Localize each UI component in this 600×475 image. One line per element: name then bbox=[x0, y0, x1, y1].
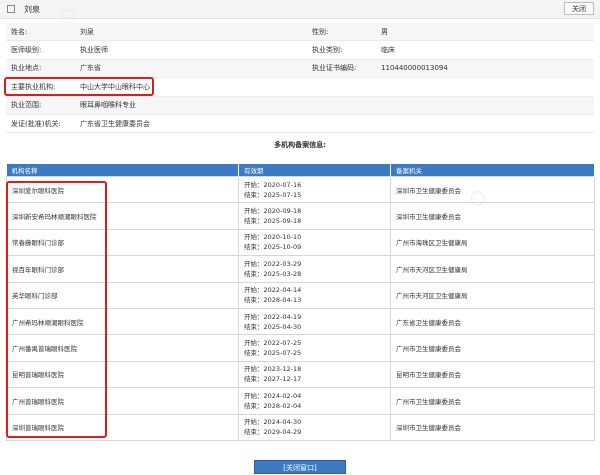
start-date: 开始：2023-12-18 bbox=[244, 365, 302, 374]
info-key: 执业证书编码: bbox=[307, 59, 376, 79]
column-header: 备案机关 bbox=[390, 164, 595, 177]
close-button-top[interactable]: 关闭 bbox=[564, 2, 594, 15]
info-value bbox=[376, 96, 594, 115]
close-window-button[interactable]: [关闭窗口] bbox=[254, 460, 346, 474]
info-key: 性别: bbox=[307, 23, 376, 42]
info-key: 执业范围: bbox=[6, 96, 75, 115]
filing-authority: 深圳市卫生健康委员会 bbox=[390, 202, 595, 230]
validity-period: 开始：2022-04-14 结束：2028-04-13 bbox=[238, 281, 391, 309]
info-key bbox=[307, 96, 376, 115]
end-date: 结束：2025-10-09 bbox=[244, 243, 302, 252]
end-date: 结束：2025-07-25 bbox=[244, 349, 302, 358]
highlight-main-institution bbox=[4, 77, 154, 96]
info-key: 医师级别: bbox=[6, 40, 75, 60]
validity-period: 开始：2022-03-29 结束：2025-03-28 bbox=[238, 255, 391, 283]
validity-period: 开始：2024-04-30 结束：2029-04-29 bbox=[238, 413, 391, 441]
start-date: 开始：2022-03-29 bbox=[244, 259, 302, 268]
info-value: 110440000013094 bbox=[376, 59, 594, 79]
end-date: 结束：2028-02-04 bbox=[244, 401, 302, 410]
info-key: 发证(批准)机关: bbox=[6, 114, 75, 134]
window-icon bbox=[7, 5, 15, 13]
validity-period: 开始：2020-07-16 结束：2025-07-15 bbox=[238, 175, 391, 204]
column-header: 有效期 bbox=[238, 164, 391, 177]
end-date: 结束：2025-04-30 bbox=[244, 322, 302, 331]
info-value: 广东省 bbox=[75, 59, 307, 79]
info-key: 姓名: bbox=[6, 23, 75, 42]
end-date: 结束：2028-04-13 bbox=[244, 296, 302, 305]
validity-period: 开始：2024-02-04 结束：2028-02-04 bbox=[238, 387, 391, 415]
info-value: 眼耳鼻咽喉科专业 bbox=[75, 96, 307, 115]
end-date: 结束：2025-09-18 bbox=[244, 217, 302, 226]
start-date: 开始：2020-09-18 bbox=[244, 207, 302, 216]
multi-institution-title: 多机构备案信息: bbox=[274, 141, 326, 149]
validity-period: 开始：2020-10-10 结束：2025-10-09 bbox=[238, 228, 391, 257]
window-title-bar: 刘泉 关闭 bbox=[0, 0, 600, 19]
filing-authority: 广州市天河区卫生健康局 bbox=[390, 281, 595, 309]
end-date: 结束：2025-03-28 bbox=[244, 269, 302, 278]
info-key bbox=[307, 77, 376, 97]
info-value: 男 bbox=[376, 23, 594, 42]
start-date: 开始：2022-04-19 bbox=[244, 312, 302, 321]
start-date: 开始：2022-04-14 bbox=[244, 286, 302, 295]
filing-authority: 深圳市卫生健康委员会 bbox=[390, 175, 595, 204]
validity-period: 开始：2022-04-19 结束：2025-04-30 bbox=[238, 307, 391, 336]
info-row: 姓名: 刘泉 性别: 男 bbox=[6, 23, 594, 42]
info-row: 医师级别: 执业医师 执业类别: 临床 bbox=[6, 40, 594, 60]
end-date: 结束：2025-07-15 bbox=[244, 190, 302, 199]
filing-authority: 广东省卫生健康委员会 bbox=[390, 307, 595, 336]
start-date: 开始：2020-10-10 bbox=[244, 233, 302, 242]
info-row: 发证(批准)机关: 广东省卫生健康委员会 bbox=[6, 114, 594, 134]
info-key: 执业类别: bbox=[307, 40, 376, 60]
validity-period: 开始：2020-09-18 结束：2025-09-18 bbox=[238, 202, 391, 230]
column-header: 机构名称 bbox=[6, 164, 239, 177]
start-date: 开始：2024-02-04 bbox=[244, 391, 302, 400]
info-key bbox=[307, 114, 376, 134]
end-date: 结束：2027-12-17 bbox=[244, 375, 302, 384]
filing-authority: 深圳市卫生健康委员会 bbox=[390, 413, 595, 441]
filing-authority: 广州市海珠区卫生健康局 bbox=[390, 228, 595, 257]
info-row: 执业地点: 广东省 执业证书编码: 110440000013094 bbox=[6, 59, 594, 79]
filing-authority: 广州市卫生健康委员会 bbox=[390, 334, 595, 362]
end-date: 结束：2029-04-29 bbox=[244, 428, 302, 437]
info-key: 执业地点: bbox=[6, 59, 75, 79]
table-header-row: 机构名称 有效期 备案机关 bbox=[6, 164, 595, 177]
info-value: 执业医师 bbox=[75, 40, 307, 60]
watermark-logo: ◯ bbox=[60, 8, 76, 24]
filing-authority: 广州市卫生健康委员会 bbox=[390, 387, 595, 415]
validity-period: 开始：2023-12-18 结束：2027-12-17 bbox=[238, 360, 391, 389]
info-row: 执业范围: 眼耳鼻咽喉科专业 bbox=[6, 96, 594, 115]
info-value: 临床 bbox=[376, 40, 594, 60]
highlight-institution-names bbox=[6, 181, 107, 438]
start-date: 开始：2024-04-30 bbox=[244, 418, 302, 427]
info-value: 刘泉 bbox=[75, 23, 307, 42]
start-date: 开始：2022-07-25 bbox=[244, 339, 302, 348]
filing-authority: 广州市天河区卫生健康局 bbox=[390, 255, 595, 283]
info-value: 广东省卫生健康委员会 bbox=[75, 114, 307, 134]
info-value bbox=[376, 114, 594, 134]
validity-period: 开始：2022-07-25 结束：2025-07-25 bbox=[238, 334, 391, 362]
info-value bbox=[376, 77, 594, 97]
window-title: 刘泉 bbox=[24, 5, 40, 14]
filing-authority: 昆明市卫生健康委员会 bbox=[390, 360, 595, 389]
start-date: 开始：2020-07-16 bbox=[244, 180, 302, 189]
